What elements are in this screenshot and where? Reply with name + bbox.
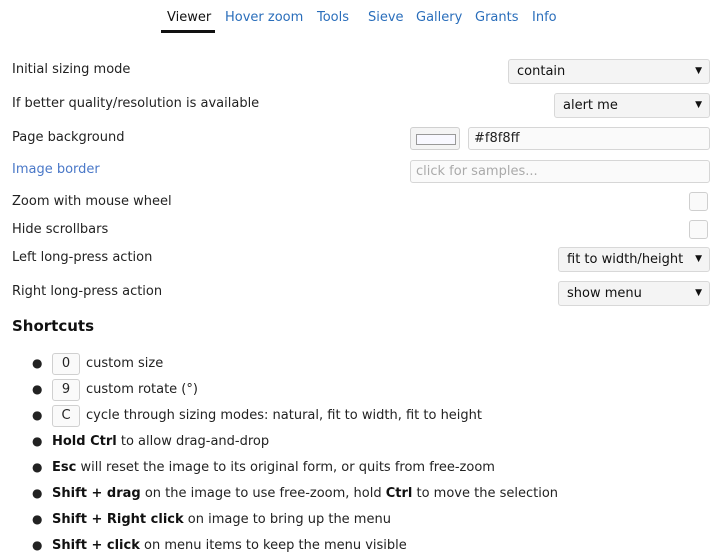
left-long-press-value: fit to width/height xyxy=(567,252,684,267)
left-long-press-select[interactable]: fit to width/height ▼ xyxy=(558,247,710,272)
color-picker-button[interactable] xyxy=(410,127,460,150)
shortcut-text: custom size xyxy=(86,356,164,371)
bullet-icon: ● xyxy=(32,382,43,396)
initial-sizing-value: contain xyxy=(517,64,566,79)
better-quality-select[interactable]: alert me ▼ xyxy=(554,93,710,118)
list-item: ● Shift + Right click on image to bring u… xyxy=(32,507,391,531)
shortcut-key-text: Esc xyxy=(52,460,77,475)
list-item: ● 9 custom rotate (°) xyxy=(32,377,198,401)
list-item: ● Shift + drag on the image to use free-z… xyxy=(32,481,558,505)
zoom-wheel-label: Zoom with mouse wheel xyxy=(12,194,172,209)
list-item: ● Esc will reset the image to its origina… xyxy=(32,455,495,479)
bullet-icon: ● xyxy=(32,512,43,526)
bullet-icon: ● xyxy=(32,538,43,552)
bullet-icon: ● xyxy=(32,434,43,448)
tab-tools[interactable]: Tools xyxy=(317,9,349,31)
page-background-input[interactable]: #f8f8ff xyxy=(468,127,710,150)
shortcuts-heading: Shortcuts xyxy=(12,317,95,335)
shortcut-key-text: Shift + drag xyxy=(52,486,141,501)
shortcut-key-text: Ctrl xyxy=(385,486,413,501)
key-cap: 9 xyxy=(52,378,80,401)
list-item: ● Shift + click on menu items to keep the… xyxy=(32,533,407,557)
shortcut-text: custom rotate (°) xyxy=(86,382,198,397)
better-quality-label: If better quality/resolution is availabl… xyxy=(12,96,260,111)
right-long-press-select[interactable]: show menu ▼ xyxy=(558,281,710,306)
shortcut-text: on the image to use free-zoom, hold xyxy=(140,486,386,501)
color-swatch xyxy=(416,134,456,145)
left-long-press-label: Left long-press action xyxy=(12,250,153,265)
tab-info[interactable]: Info xyxy=(532,9,557,31)
active-tab-indicator xyxy=(161,30,215,33)
list-item: ● 0 custom size xyxy=(32,351,163,375)
bullet-icon: ● xyxy=(32,460,43,474)
tab-grants[interactable]: Grants xyxy=(475,9,519,31)
shortcut-text: on menu items to keep the menu visible xyxy=(139,538,407,553)
chevron-down-icon: ▼ xyxy=(695,254,702,264)
shortcut-text: to move the selection xyxy=(412,486,559,501)
shortcut-text: on image to bring up the menu xyxy=(183,512,391,527)
image-border-input[interactable]: click for samples... xyxy=(410,160,710,183)
bullet-icon: ● xyxy=(32,486,43,500)
bullet-icon: ● xyxy=(32,356,43,370)
image-border-link[interactable]: Image border xyxy=(12,162,100,177)
list-item: ● Hold Ctrl to allow drag-and-drop xyxy=(32,429,269,453)
hide-scrollbars-checkbox[interactable] xyxy=(689,220,708,239)
hide-scrollbars-label: Hide scrollbars xyxy=(12,222,109,237)
right-long-press-label: Right long-press action xyxy=(12,284,163,299)
shortcut-key-text: Hold Ctrl xyxy=(52,434,117,449)
tab-gallery[interactable]: Gallery xyxy=(416,9,462,31)
chevron-down-icon: ▼ xyxy=(695,66,702,76)
chevron-down-icon: ▼ xyxy=(695,100,702,110)
initial-sizing-label: Initial sizing mode xyxy=(12,62,131,77)
better-quality-value: alert me xyxy=(563,98,618,113)
list-item: ● Ccycle through sizing modes: natural, f… xyxy=(32,403,482,427)
page-background-label: Page background xyxy=(12,130,125,145)
bullet-icon: ● xyxy=(32,408,43,422)
zoom-wheel-checkbox[interactable] xyxy=(689,192,708,211)
tab-sieve[interactable]: Sieve xyxy=(368,9,404,31)
shortcut-text: to allow drag-and-drop xyxy=(116,434,270,449)
shortcut-key-text: Shift + click xyxy=(52,538,140,553)
shortcut-text: will reset the image to its original for… xyxy=(76,460,495,475)
shortcut-key-text: Shift + Right click xyxy=(52,512,184,527)
tab-hover-zoom[interactable]: Hover zoom xyxy=(225,9,303,31)
shortcut-text: cycle through sizing modes: natural, fit… xyxy=(86,408,483,423)
tab-viewer[interactable]: Viewer xyxy=(167,9,211,31)
right-long-press-value: show menu xyxy=(567,286,642,301)
initial-sizing-select[interactable]: contain ▼ xyxy=(508,59,710,84)
key-cap: C xyxy=(52,404,80,427)
chevron-down-icon: ▼ xyxy=(695,288,702,298)
tab-bar: Viewer Hover zoom Tools Sieve Gallery Gr… xyxy=(0,0,718,34)
key-cap: 0 xyxy=(52,352,80,375)
